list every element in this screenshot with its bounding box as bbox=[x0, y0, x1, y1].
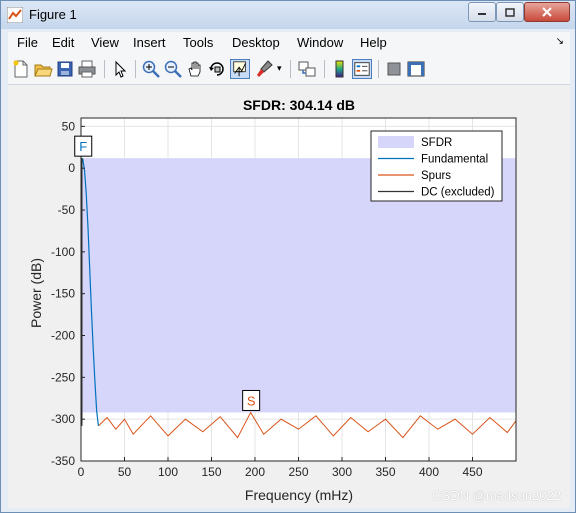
y-axis-label: Power (dB) bbox=[28, 258, 44, 328]
menu-window[interactable]: Window bbox=[297, 35, 343, 50]
legend-entry: Spurs bbox=[421, 170, 451, 182]
menu-file[interactable]: File bbox=[17, 35, 38, 50]
x-tick-label: 250 bbox=[288, 465, 308, 479]
legend-entry: DC (excluded) bbox=[421, 187, 495, 199]
x-tick-label: 200 bbox=[245, 465, 265, 479]
x-tick-label: 0 bbox=[78, 465, 85, 479]
x-tick-label: 100 bbox=[158, 465, 178, 479]
y-tick-label: -250 bbox=[51, 370, 75, 384]
legend-entry: Fundamental bbox=[421, 154, 488, 166]
print-icon[interactable] bbox=[77, 59, 97, 79]
chart-title: SFDR: 304.14 dB bbox=[243, 97, 355, 113]
window-title: Figure 1 bbox=[29, 7, 77, 22]
brush-icon[interactable] bbox=[255, 59, 275, 79]
figure-toolbar: ▾ bbox=[8, 54, 570, 85]
close-icon bbox=[542, 7, 552, 17]
y-tick-label: -350 bbox=[51, 454, 75, 468]
y-tick-label: -100 bbox=[51, 245, 75, 259]
brush-dropdown-icon[interactable]: ▾ bbox=[277, 63, 282, 74]
menu-bar: File Edit View Insert Tools Desktop Wind… bbox=[8, 32, 570, 54]
matlab-figure-icon bbox=[7, 7, 23, 23]
minimize-icon bbox=[478, 13, 486, 15]
edit-plot-icon[interactable] bbox=[110, 59, 130, 79]
sfdr-chart: SFDR: 304.14 dB Frequency (mHz) Power (d… bbox=[28, 97, 517, 503]
close-button[interactable] bbox=[524, 2, 570, 22]
watermark: CSDN @madson2022 bbox=[432, 488, 561, 503]
menu-edit[interactable]: Edit bbox=[52, 35, 74, 50]
menu-desktop[interactable]: Desktop bbox=[232, 35, 280, 50]
x-tick-label: 400 bbox=[419, 465, 439, 479]
menu-insert[interactable]: Insert bbox=[133, 35, 166, 50]
legend-icon[interactable] bbox=[352, 59, 372, 79]
y-tick-label: -300 bbox=[51, 412, 75, 426]
toolbar-separator bbox=[290, 60, 291, 78]
figure-canvas[interactable]: SFDR: 304.14 dB Frequency (mHz) Power (d… bbox=[8, 85, 570, 508]
minimize-button[interactable] bbox=[468, 2, 496, 22]
x-tick-label: 50 bbox=[118, 465, 132, 479]
link-plot-icon[interactable] bbox=[297, 59, 317, 79]
open-file-icon[interactable] bbox=[33, 59, 53, 79]
zoom-in-icon[interactable] bbox=[141, 59, 161, 79]
y-tick-label: 50 bbox=[62, 119, 76, 133]
figure-window: Figure 1 File Edit View Insert Tools Des… bbox=[0, 0, 576, 513]
marker-label-s: S bbox=[247, 393, 256, 408]
dock-arrow-icon[interactable]: ↘ bbox=[556, 36, 564, 47]
y-tick-label: -150 bbox=[51, 287, 75, 301]
x-tick-label: 300 bbox=[332, 465, 352, 479]
maximize-icon bbox=[505, 7, 515, 17]
save-icon[interactable] bbox=[55, 59, 75, 79]
show-plot-tools-icon[interactable] bbox=[406, 59, 426, 79]
y-tick-label: -50 bbox=[58, 203, 76, 217]
toolbar-separator bbox=[104, 60, 105, 78]
y-tick-label: -200 bbox=[51, 329, 75, 343]
marker-label-f: F bbox=[79, 139, 87, 154]
new-figure-icon[interactable] bbox=[11, 59, 31, 79]
data-cursor-icon[interactable] bbox=[230, 59, 250, 79]
maximize-button[interactable] bbox=[496, 2, 524, 22]
toolbar-separator bbox=[324, 60, 325, 78]
title-bar[interactable]: Figure 1 bbox=[1, 1, 575, 29]
hide-plot-tools-icon[interactable] bbox=[384, 59, 404, 79]
rotate-3d-icon[interactable] bbox=[207, 59, 227, 79]
legend-entry: SFDR bbox=[421, 137, 452, 149]
toolbar-separator bbox=[135, 60, 136, 78]
x-tick-label: 150 bbox=[201, 465, 221, 479]
zoom-out-icon[interactable] bbox=[163, 59, 183, 79]
x-tick-label: 450 bbox=[462, 465, 482, 479]
pan-icon[interactable] bbox=[185, 59, 205, 79]
menu-tools[interactable]: Tools bbox=[183, 35, 213, 50]
colorbar-icon[interactable] bbox=[330, 59, 350, 79]
menu-help[interactable]: Help bbox=[360, 35, 387, 50]
x-axis-label: Frequency (mHz) bbox=[245, 487, 353, 503]
x-tick-label: 350 bbox=[375, 465, 395, 479]
menu-view[interactable]: View bbox=[91, 35, 119, 50]
legend-swatch bbox=[378, 136, 414, 148]
y-tick-label: 0 bbox=[68, 161, 75, 175]
toolbar-separator bbox=[378, 60, 379, 78]
